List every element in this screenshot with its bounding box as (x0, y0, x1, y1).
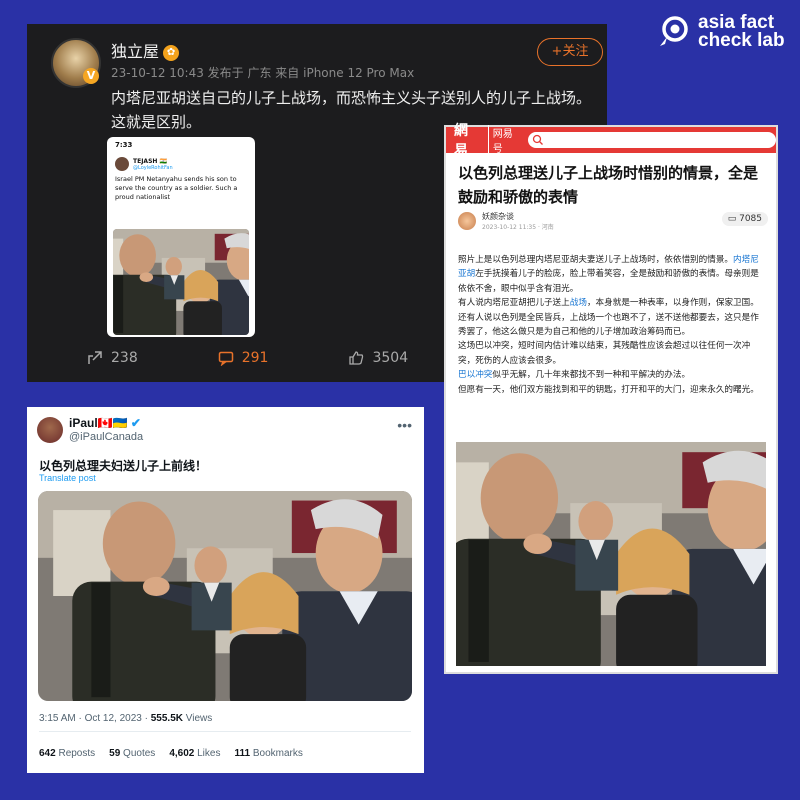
tweet-author-name[interactable]: iPaul🇨🇦🇺🇦 ✔ (69, 416, 141, 430)
paragraph: 这场巴以冲突，短时间内估计难以结束，其残酷性应该会超过以往任何一次冲突，死伤的人… (458, 341, 751, 366)
tweet-timestamp: 3:15 AM · Oct 12, 2023 · 555.5K Views (39, 713, 213, 724)
inline-link[interactable]: 战场 (570, 298, 587, 308)
embed-tweet-text: Israel PM Netanyahu sends his son to ser… (115, 175, 238, 201)
follow-button[interactable]: +关注 (537, 38, 603, 66)
author-name[interactable]: 妖颜杂谈 (482, 211, 554, 222)
quotes-stat[interactable]: 59 Quotes (109, 748, 155, 759)
thumbs-up-icon (349, 351, 364, 365)
tweet-author-handle[interactable]: @iPaulCanada (69, 431, 143, 443)
author-name-text[interactable]: iPaul🇨🇦🇺🇦 (69, 416, 128, 430)
reposts-stat[interactable]: 642 Reposts (39, 748, 95, 759)
tweet-text: 以色列总理夫妇送儿子上前线！ (39, 459, 208, 473)
more-options-icon[interactable]: ••• (397, 417, 412, 433)
comment-count-badge[interactable]: ▭ 7085 (721, 212, 768, 226)
post-meta: 23-10-12 10:43 发布于 广东 来自 iPhone 12 Pro M… (111, 66, 415, 80)
embedded-tweet-screenshot[interactable]: 7:33 TEJASH 🇮🇳 @LoyleRohitFan Israel PM … (107, 137, 255, 337)
article-date: 2023-10-12 11:35 · 河南 (482, 224, 554, 231)
share-button[interactable]: 238 (87, 350, 138, 366)
twitter-post-card: iPaul🇨🇦🇺🇦 ✔ @iPaulCanada ••• 以色列总理夫妇送儿子上… (27, 407, 424, 773)
paragraph: 巴以冲突似乎无解，几十年来都找不到一种和平解决的办法。 (458, 370, 691, 381)
views-count: 555.5K (150, 713, 183, 724)
embed-photo (113, 229, 249, 335)
share-icon (88, 351, 102, 364)
search-icon (533, 134, 544, 145)
embed-user-name: TEJASH 🇮🇳 (133, 157, 167, 165)
article-body: 照片上是以色列总理内塔尼亚胡夫妻送儿子上战场时，依依惜别的情景。内塔尼亚胡左手抚… (458, 253, 764, 397)
share-count: 238 (111, 350, 138, 366)
netease-article-card: 網易 网易号 以色列总理送儿子上战场时惜别的情景，全是鼓励和骄傲的表情 妖颜杂谈… (407, 123, 800, 682)
paragraph: 还有人说以色列是全民皆兵，上战场一个也跑不了，送不送他都要去，这只是作秀罢了，他… (458, 312, 759, 338)
logo-line-2: check lab (698, 30, 785, 51)
inline-link[interactable]: 巴以冲突 (458, 370, 492, 380)
article-author[interactable]: 妖颜杂谈 2023-10-12 11:35 · 河南 (458, 211, 554, 231)
netease-brand[interactable]: 網易 (454, 120, 482, 160)
like-count: 3504 (372, 350, 409, 366)
comment-icon: ▭ (727, 214, 737, 224)
tweet-photo[interactable] (38, 491, 412, 701)
translate-post-link[interactable]: Translate post (39, 473, 96, 483)
comment-icon (218, 351, 233, 366)
avatar[interactable] (37, 417, 63, 443)
article-title: 以色列总理送儿子上战场时惜别的情景，全是鼓励和骄傲的表情 (458, 164, 759, 206)
username-text[interactable]: 独立屋 (111, 42, 159, 61)
divider (39, 731, 411, 732)
paragraph: 有人说内塔尼亚胡把儿子送上战场，本身就是一种表率，以身作则，保家卫国。 (458, 298, 759, 309)
verified-badge: V (83, 68, 99, 84)
embed-user-handle: @LoyleRohitFan (133, 164, 173, 171)
tweet-stats: 642 Reposts 59 Quotes 4,602 Likes 111 Bo… (39, 748, 303, 759)
article-photo (407, 442, 800, 682)
comment-button[interactable]: 291 (218, 350, 269, 366)
netease-sub-brand[interactable]: 网易号 (487, 125, 523, 155)
comment-count: 291 (241, 350, 269, 366)
magnifier-logo-icon (656, 14, 692, 50)
likes-stat[interactable]: 4,602 Likes (169, 748, 220, 759)
bookmarks-stat[interactable]: 111 Bookmarks (234, 748, 302, 759)
verified-check-icon: ✔ (130, 416, 141, 430)
comment-count: 7085 (739, 214, 762, 224)
user-level-badge: ✿ (163, 44, 180, 61)
netease-header: 網易 网易号 (446, 123, 776, 159)
phone-status-time: 7:33 (115, 141, 133, 149)
search-input[interactable] (528, 132, 776, 148)
like-button[interactable]: 3504 (348, 350, 408, 366)
weibo-username[interactable]: 独立屋 ✿ (111, 38, 180, 62)
post-actions: 238 291 3504 (87, 350, 408, 366)
embed-avatar (115, 157, 129, 171)
paragraph: 照片上是以色列总理内塔尼亚胡夫妻送儿子上战场时，依依惜别的情景。内塔尼亚胡左手抚… (458, 255, 759, 294)
author-avatar[interactable] (458, 212, 476, 230)
paragraph: 但愿有一天，他们双方能找到和平的钥匙，打开和平的大门，迎来永久的曙光。 (458, 384, 759, 395)
asia-fact-check-lab-logo: asia fact check lab (656, 13, 785, 51)
